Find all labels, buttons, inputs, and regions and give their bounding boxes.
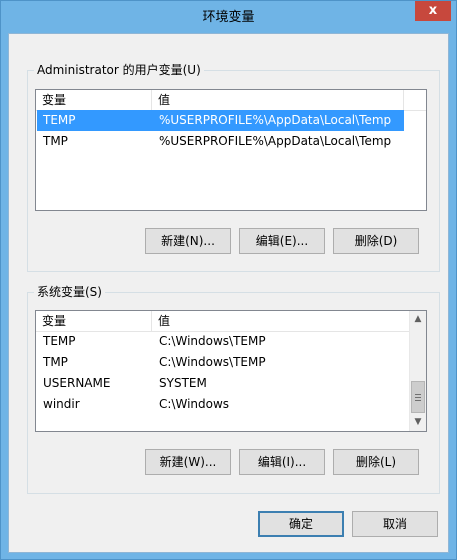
user-vars-list-header: 变量 值 (36, 90, 426, 111)
title-bar[interactable]: 环境变量 x (1, 1, 456, 33)
variable-value: C:\Windows (159, 397, 230, 411)
grip-line (415, 394, 421, 395)
variable-name: TMP (43, 355, 68, 369)
column-header-variable[interactable]: 变量 (36, 311, 151, 331)
variable-name: TEMP (43, 113, 76, 127)
user-new-button[interactable]: 新建(N)... (145, 228, 231, 254)
system-vars-legend: 系统变量(S) (34, 285, 105, 300)
column-header-variable[interactable]: 变量 (36, 90, 151, 110)
system-new-button[interactable]: 新建(W)... (145, 449, 231, 475)
variable-value: %USERPROFILE%\AppData\Local\Temp (159, 134, 392, 148)
system-edit-button[interactable]: 编辑(I)... (239, 449, 325, 475)
env-vars-dialog: 环境变量 x Administrator 的用户变量(U) 变量 值 TEMP … (0, 0, 457, 560)
user-vars-legend: Administrator 的用户变量(U) (34, 63, 204, 78)
scroll-thumb[interactable] (411, 381, 425, 413)
variable-value: C:\Windows\TEMP (159, 334, 266, 348)
variable-value: SYSTEM (159, 376, 207, 390)
list-item[interactable]: TMP C:\Windows\TEMP (37, 352, 387, 373)
user-vars-list[interactable]: 变量 值 TEMP %USERPROFILE%\AppData\Local\Te… (35, 89, 427, 211)
close-icon: x (428, 3, 438, 18)
scroll-down-button[interactable]: ▼ (410, 414, 426, 431)
user-vars-group: Administrator 的用户变量(U) 变量 值 TEMP %USERPR… (27, 63, 440, 272)
user-delete-button[interactable]: 删除(D) (333, 228, 419, 254)
window-title: 环境变量 (202, 10, 255, 25)
chevron-down-icon: ▼ (414, 417, 422, 427)
column-header-value[interactable]: 值 (152, 311, 402, 331)
grip-line (415, 397, 421, 398)
close-button[interactable]: x (415, 1, 451, 21)
system-vars-scrollbar[interactable]: ▲ ▼ (409, 311, 426, 431)
system-vars-list-header: 变量 值 (36, 311, 409, 332)
ok-button[interactable]: 确定 (258, 511, 344, 537)
column-header-value[interactable]: 值 (152, 90, 402, 110)
cancel-button[interactable]: 取消 (352, 511, 438, 537)
list-item[interactable]: TEMP C:\Windows\TEMP (37, 331, 387, 352)
variable-name: windir (43, 397, 80, 411)
chevron-up-icon: ▲ (414, 314, 422, 324)
dialog-client-area: Administrator 的用户变量(U) 变量 值 TEMP %USERPR… (8, 33, 449, 553)
variable-name: TMP (43, 134, 68, 148)
column-divider[interactable] (403, 90, 404, 110)
scroll-up-button[interactable]: ▲ (410, 311, 426, 328)
user-edit-button[interactable]: 编辑(E)... (239, 228, 325, 254)
variable-name: USERNAME (43, 376, 111, 390)
system-vars-list[interactable]: 变量 值 TEMP C:\Windows\TEMP TMP C:\Windows… (35, 310, 427, 432)
grip-line (415, 400, 421, 401)
system-delete-button[interactable]: 删除(L) (333, 449, 419, 475)
variable-value: %USERPROFILE%\AppData\Local\Temp (159, 113, 392, 127)
list-item[interactable]: TMP %USERPROFILE%\AppData\Local\Temp (37, 131, 404, 152)
variable-value: C:\Windows\TEMP (159, 355, 266, 369)
list-item[interactable]: USERNAME SYSTEM (37, 373, 387, 394)
list-item[interactable]: TEMP %USERPROFILE%\AppData\Local\Temp (37, 110, 404, 131)
system-vars-group: 系统变量(S) 变量 值 TEMP C:\Windows\TEMP TMP C:… (27, 285, 440, 494)
variable-name: TEMP (43, 334, 76, 348)
list-item[interactable]: windir C:\Windows (37, 394, 387, 415)
